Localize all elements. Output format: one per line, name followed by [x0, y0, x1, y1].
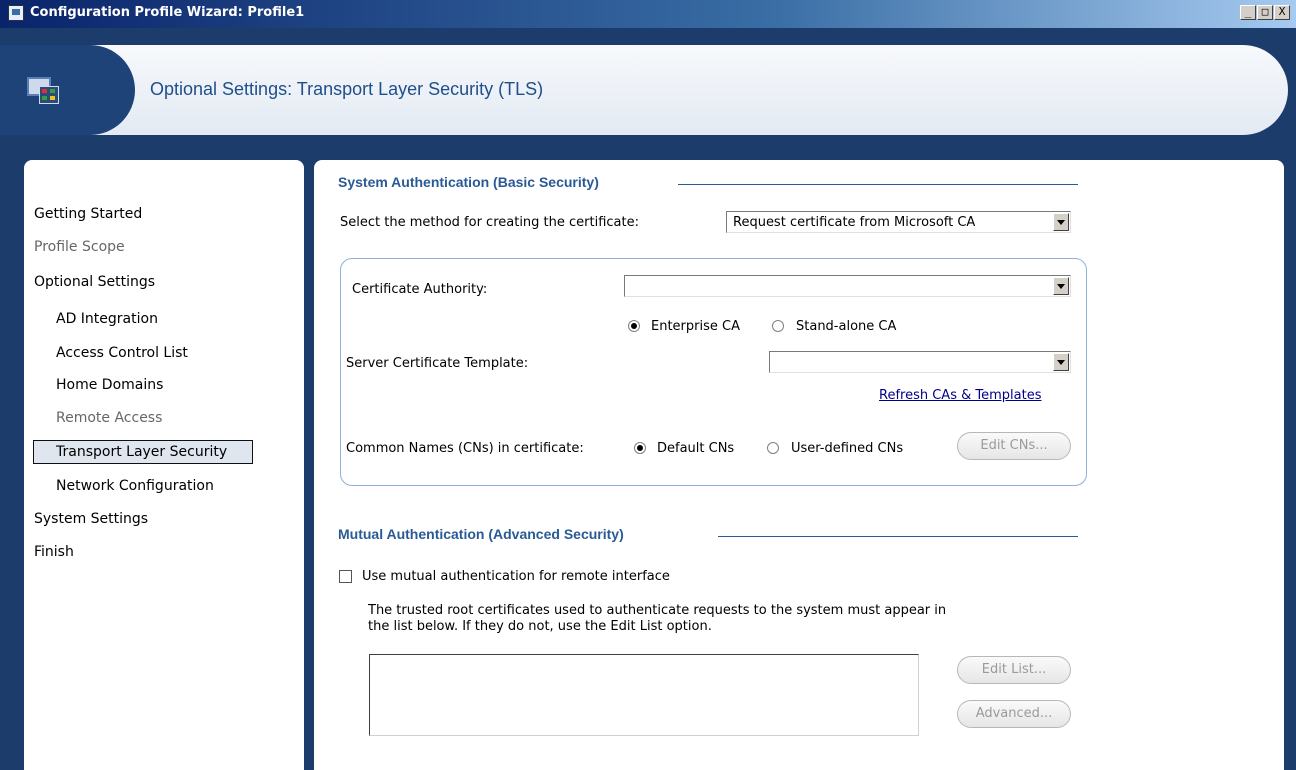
section-divider	[718, 536, 1078, 537]
sidebar-item-ad-integration[interactable]: AD Integration	[56, 311, 158, 327]
sidebar-item-optional-settings[interactable]: Optional Settings	[34, 274, 155, 290]
certificate-method-select[interactable]: Request certificate from Microsoft CA	[726, 211, 1071, 233]
sidebar-item-profile-scope[interactable]: Profile Scope	[34, 239, 125, 255]
certificate-authority-select[interactable]	[624, 275, 1071, 297]
standalone-ca-label: Stand-alone CA	[796, 319, 897, 334]
chevron-down-icon[interactable]	[1053, 277, 1069, 295]
section-divider	[678, 184, 1078, 185]
minimize-button[interactable]: _	[1240, 5, 1256, 20]
page-title: Optional Settings: Transport Layer Secur…	[150, 79, 544, 99]
maximize-button[interactable]: □	[1257, 5, 1273, 20]
chevron-down-icon[interactable]	[1053, 353, 1069, 371]
common-names-label: Common Names (CNs) in certificate:	[346, 441, 584, 456]
mutual-auth-heading: Mutual Authentication (Advanced Security…	[338, 526, 624, 542]
edit-list-button[interactable]: Edit List...	[957, 656, 1071, 684]
edit-cns-button[interactable]: Edit CNs...	[957, 432, 1071, 460]
close-button[interactable]: X	[1274, 5, 1290, 20]
sidebar-item-finish[interactable]: Finish	[34, 544, 74, 560]
enterprise-ca-radio[interactable]	[628, 320, 640, 332]
user-defined-cns-radio[interactable]	[767, 442, 779, 454]
refresh-cas-link[interactable]: Refresh CAs & Templates	[879, 388, 1041, 403]
system-auth-heading: System Authentication (Basic Security)	[338, 174, 599, 190]
sidebar-item-system-settings[interactable]: System Settings	[34, 511, 148, 527]
sidebar-item-home-domains[interactable]: Home Domains	[56, 377, 163, 393]
advanced-button[interactable]: Advanced...	[957, 700, 1071, 728]
standalone-ca-radio[interactable]	[772, 320, 784, 332]
title-bar[interactable]: Configuration Profile Wizard: Profile1 _…	[0, 0, 1296, 28]
trusted-root-list[interactable]	[369, 654, 919, 736]
certificate-method-label: Select the method for creating the certi…	[340, 215, 639, 230]
sidebar-item-getting-started[interactable]: Getting Started	[34, 206, 142, 222]
sidebar-item-transport-layer-security[interactable]: Transport Layer Security	[33, 440, 253, 464]
description-line-1: The trusted root certificates used to au…	[368, 603, 947, 618]
window-title: Configuration Profile Wizard: Profile1	[30, 5, 305, 20]
enterprise-ca-label: Enterprise CA	[651, 319, 740, 334]
mutual-auth-checkbox-label: Use mutual authentication for remote int…	[362, 569, 670, 584]
server-template-label: Server Certificate Template:	[346, 356, 529, 371]
certificate-authority-label: Certificate Authority:	[352, 282, 488, 297]
app-icon[interactable]	[8, 5, 24, 21]
wizard-header: Optional Settings: Transport Layer Secur…	[0, 45, 1288, 135]
sidebar-item-remote-access[interactable]: Remote Access	[56, 410, 162, 426]
wizard-icon	[27, 77, 61, 107]
sidebar-item-network-configuration[interactable]: Network Configuration	[56, 478, 214, 494]
trusted-root-description: The trusted root certificates used to au…	[368, 603, 1068, 635]
mutual-auth-checkbox[interactable]	[339, 570, 352, 583]
header-icon-area	[0, 45, 135, 135]
user-defined-cns-label: User-defined CNs	[791, 441, 904, 456]
server-template-select[interactable]	[769, 351, 1071, 373]
default-cns-radio[interactable]	[634, 442, 646, 454]
description-line-2: the list below. If they do not, use the …	[368, 619, 712, 634]
sidebar-item-access-control-list[interactable]: Access Control List	[56, 345, 188, 361]
default-cns-label: Default CNs	[657, 441, 735, 456]
certificate-method-value: Request certificate from Microsoft CA	[733, 215, 976, 230]
chevron-down-icon[interactable]	[1053, 213, 1069, 231]
